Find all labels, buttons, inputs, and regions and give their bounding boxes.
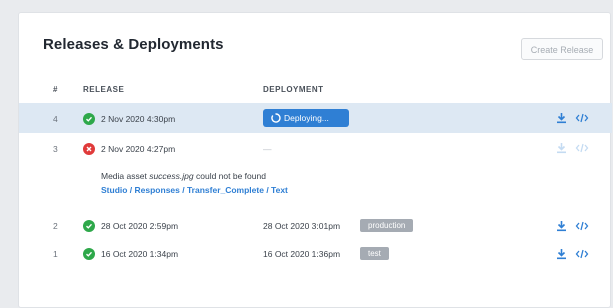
environment-badge: test [360,247,389,260]
download-icon [557,143,566,154]
release-date: 2 Nov 2020 4:30pm [101,114,176,124]
download-icon[interactable] [556,112,567,124]
deploy-state-label: Deploying... [284,113,329,123]
release-row-4[interactable]: 4 2 Nov 2020 4:30pm Deploying... [19,103,612,133]
download-icon[interactable] [556,220,567,232]
x-circle-icon [83,143,95,155]
deployment-date: 28 Oct 2020 3:01pm [263,221,341,231]
release-row-1[interactable]: 1 16 Oct 2020 1:34pm 16 Oct 2020 1:36pm … [19,243,612,267]
release-date: 2 Nov 2020 4:27pm [101,144,176,154]
column-header-deployment: DEPLOYMENT [263,85,324,94]
releases-card: Releases & Deployments Create Release # … [18,12,612,308]
error-message: Media asset success.jpg could not be fou… [101,171,266,181]
code-icon[interactable] [575,220,589,232]
release-number: 2 [53,221,58,231]
column-header-number: # [53,85,58,94]
release-date: 16 Oct 2020 1:34pm [101,249,179,259]
check-circle-icon [83,113,95,125]
release-number: 1 [53,249,58,259]
release-row-3[interactable]: 3 2 Nov 2020 4:27pm — Media asset succes… [19,135,612,205]
code-icon[interactable] [575,248,589,260]
release-number: 3 [53,144,58,154]
create-release-button[interactable]: Create Release [521,38,603,60]
spinner-icon [271,113,281,123]
column-header-release: RELEASE [83,85,125,94]
deployment-placeholder: — [263,144,272,154]
page-title: Releases & Deployments [43,36,224,53]
check-circle-icon [83,220,95,232]
release-number: 4 [53,114,58,124]
environment-badge: production [360,219,414,232]
code-icon[interactable] [575,112,589,124]
deployment-date: 16 Oct 2020 1:36pm [263,249,341,259]
error-file: success.jpg [149,171,194,181]
download-icon[interactable] [556,248,567,260]
code-icon [575,143,589,153]
release-date: 28 Oct 2020 2:59pm [101,221,179,231]
error-asset-path-link[interactable]: Studio / Responses / Transfer_Complete /… [101,185,288,195]
check-circle-icon [83,248,95,260]
release-row-2[interactable]: 2 28 Oct 2020 2:59pm 28 Oct 2020 3:01pm … [19,215,612,239]
deploying-button[interactable]: Deploying... [263,109,349,127]
